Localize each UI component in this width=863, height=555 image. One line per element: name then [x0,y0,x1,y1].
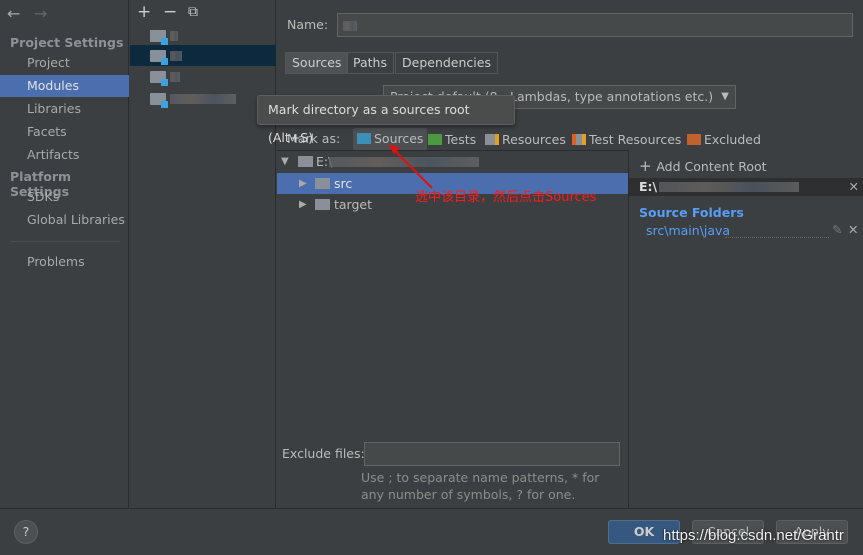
source-folders-heading: Source Folders [639,205,744,220]
test-resources-folder-icon [572,134,586,145]
remove-icon[interactable]: − [163,2,177,22]
sidebar-item-project[interactable]: Project [0,52,129,74]
module-folder-icon [150,50,168,65]
module-folder-icon [150,71,168,86]
content-root-row[interactable]: E:\ ✕ [629,178,863,196]
sidebar-item-modules[interactable]: Modules [0,75,129,97]
tab-paths[interactable]: Paths [346,52,394,74]
content-root-path: E:\ [639,179,658,194]
add-content-root-button[interactable]: + Add Content Root [639,157,767,175]
tree-root[interactable]: ▼ E:\ [277,151,628,172]
sidebar-item-libraries[interactable]: Libraries [0,98,129,120]
mark-excluded-button[interactable]: Excluded [687,131,761,148]
help-button[interactable]: ? [14,520,38,544]
annotation-text: 选中该目录，然后点击Sources [415,190,597,205]
folder-icon [315,178,330,189]
module-folder-icon [150,30,168,45]
mark-test-resources-button[interactable]: Test Resources [572,131,681,148]
project-settings-heading: Project Settings [10,35,124,50]
module-item[interactable] [130,66,276,87]
mark-label: Resources [502,132,566,147]
module-list: + − ⧉ [130,0,276,508]
folder-icon [298,156,313,167]
plus-icon: + [639,157,657,175]
exclude-files-input[interactable] [364,442,620,466]
tooltip: Mark directory as a sources root (Alt+S) [257,95,515,145]
tree-label: src [334,176,353,191]
mark-resources-button[interactable]: Resources [485,131,566,148]
name-input[interactable] [337,13,853,37]
module-item[interactable] [130,45,276,66]
expand-right-icon: ▶ [299,199,307,210]
back-arrow-icon[interactable]: ← [7,4,20,23]
sources-folder-icon [357,133,371,144]
tree-label: target [334,197,373,212]
add-content-root-label: Add Content Root [656,159,767,174]
divider [10,241,120,242]
chevron-down-icon: ▼ [717,86,729,108]
excluded-folder-icon [687,134,701,145]
copy-icon[interactable]: ⧉ [188,4,198,20]
module-item[interactable] [130,25,276,46]
expand-right-icon: ▶ [299,178,307,189]
resources-folder-icon [485,134,499,145]
content-root-panel: + Add Content Root E:\ ✕ Source Folders s… [628,150,863,508]
expand-down-icon: ▼ [281,156,289,167]
footer-divider [0,508,863,509]
dotted-leader [725,237,829,238]
exclude-hint: Use ; to separate name patterns, * for a… [361,470,600,502]
close-icon[interactable]: ✕ [849,178,859,196]
sidebar-item-artifacts[interactable]: Artifacts [0,144,129,166]
add-icon[interactable]: + [137,2,151,22]
remove-source-icon[interactable]: ✕ [848,222,858,237]
name-label: Name: [287,17,329,32]
tab-sources[interactable]: Sources [285,52,349,74]
tab-dependencies[interactable]: Dependencies [395,52,498,74]
exclude-files-label: Exclude files: [282,446,365,461]
mark-label: Test Resources [589,132,682,147]
settings-sidebar: ← → Project Settings Project Modules Lib… [0,0,129,508]
forward-arrow-icon[interactable]: → [34,4,47,23]
folder-icon [315,199,330,210]
sidebar-item-global-libraries[interactable]: Global Libraries [0,209,129,231]
module-item[interactable] [130,88,276,109]
sidebar-item-sdks[interactable]: SDKs [0,186,129,208]
watermark: https://blog.csdn.net/Grantr [663,527,844,544]
sidebar-item-problems[interactable]: Problems [0,251,129,273]
sidebar-item-facets[interactable]: Facets [0,121,129,143]
module-folder-icon [150,93,168,108]
mark-label: Excluded [704,132,761,147]
mark-label: Tests [445,132,477,147]
source-folder-path[interactable]: src\main\java [646,223,730,238]
edit-pencil-icon[interactable]: ✎ [832,222,842,237]
